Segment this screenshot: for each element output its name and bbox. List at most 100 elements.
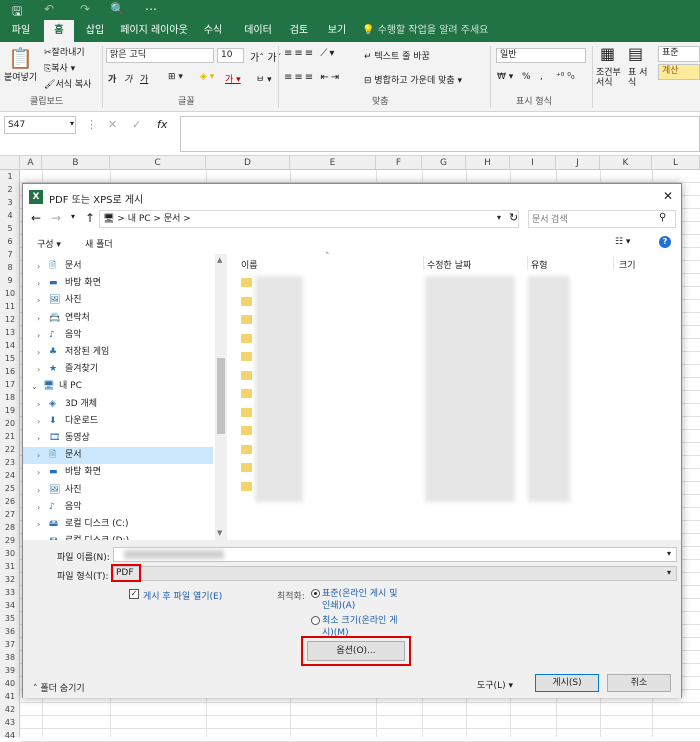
row-header[interactable]: 10 <box>0 287 20 300</box>
chevron-right-icon[interactable]: › <box>37 430 40 447</box>
tab-file[interactable]: 파일 <box>4 20 38 42</box>
nav-item[interactable]: › 🖼 사진 <box>23 482 213 499</box>
row-header[interactable]: 8 <box>0 261 20 274</box>
fill-color-icon[interactable]: ◈ ▾ <box>200 72 214 82</box>
scroll-up-icon[interactable]: ▲ <box>217 256 222 264</box>
merge-center-button[interactable]: ⊟ 병합하고 가운데 맞춤 ▾ <box>364 73 462 86</box>
row-header[interactable]: 23 <box>0 456 20 469</box>
nav-item[interactable]: › 🎞 동영상 <box>23 430 213 447</box>
chevron-down-icon[interactable]: ⌄ <box>31 378 38 395</box>
hide-folders-button[interactable]: ˄ 폴더 숨기기 <box>33 681 85 694</box>
undo-icon[interactable]: ↶ <box>44 2 54 16</box>
chevron-right-icon[interactable]: › <box>37 292 40 309</box>
row-header[interactable]: 9 <box>0 274 20 287</box>
customize-qat-icon[interactable]: ⋯ <box>145 2 157 16</box>
chevron-right-icon[interactable]: › <box>37 327 40 344</box>
bold-button[interactable]: 가 <box>108 72 116 85</box>
cut-button[interactable]: ✂잘라내기 <box>44 45 85 58</box>
chevron-right-icon[interactable]: › <box>37 516 40 533</box>
chevron-right-icon[interactable]: › <box>37 344 40 361</box>
style-normal[interactable]: 표준 <box>658 46 700 62</box>
copy-button[interactable]: ⎘복사 ▾ <box>44 61 75 74</box>
tab-review[interactable]: 검토 <box>284 20 314 42</box>
italic-button[interactable]: 가 <box>124 72 132 85</box>
view-options-icon[interactable]: ☷ ▾ <box>615 237 630 247</box>
paste-icon[interactable]: 📋 <box>8 46 33 70</box>
organize-button[interactable]: 구성 ▾ <box>37 237 61 250</box>
column-header[interactable]: J <box>556 156 600 170</box>
row-header[interactable]: 24 <box>0 469 20 482</box>
font-name-select[interactable]: 맑은 고딕 <box>106 48 214 63</box>
nav-item[interactable]: › ⬇ 다운로드 <box>23 413 213 430</box>
row-header[interactable]: 6 <box>0 235 20 248</box>
row-header[interactable]: 19 <box>0 404 20 417</box>
row-header[interactable]: 26 <box>0 495 20 508</box>
row-header[interactable]: 3 <box>0 196 20 209</box>
row-header[interactable]: 34 <box>0 599 20 612</box>
row-header[interactable]: 28 <box>0 521 20 534</box>
row-header[interactable]: 18 <box>0 391 20 404</box>
filename-dropdown-icon[interactable]: ▾ <box>667 549 671 558</box>
breadcrumb-pc[interactable]: 내 PC <box>128 214 151 224</box>
horizontal-align-icons[interactable]: ≡≡≡ ⇤⇥ <box>284 72 341 83</box>
underline-button[interactable]: 가 <box>140 72 148 85</box>
column-header[interactable]: C <box>110 156 206 170</box>
filetype-dropdown-icon[interactable]: ▾ <box>667 568 671 577</box>
tab-view[interactable]: 보기 <box>322 20 352 42</box>
nav-item[interactable]: › 🖴 로컬 디스크 (D:) <box>23 533 213 540</box>
row-header[interactable]: 14 <box>0 339 20 352</box>
chevron-right-icon[interactable]: › <box>37 361 40 378</box>
address-bar[interactable]: 🖥 > 내 PC > 문서 > <box>99 210 519 228</box>
phonetic-icon[interactable]: ㅂ ▾ <box>256 72 272 85</box>
open-after-label[interactable]: 게시 후 파일 열기(E) <box>143 589 222 602</box>
refresh-icon[interactable]: ↻ <box>509 211 518 224</box>
address-dropdown-icon[interactable]: ▾ <box>497 213 501 222</box>
percent-button[interactable]: % <box>522 72 531 82</box>
row-header[interactable]: 4 <box>0 209 20 222</box>
row-header[interactable]: 32 <box>0 573 20 586</box>
name-box[interactable]: S47 <box>4 116 76 134</box>
chevron-right-icon[interactable]: › <box>37 413 40 430</box>
wrap-text-button[interactable]: ↵ 텍스트 줄 바꿈 <box>364 49 430 62</box>
row-header[interactable]: 27 <box>0 508 20 521</box>
publish-button[interactable]: 게시(S) <box>535 674 599 692</box>
nav-item[interactable]: › ♣ 저장된 게임 <box>23 344 213 361</box>
folder-icon[interactable] <box>241 370 252 380</box>
currency-button[interactable]: ₩ ▾ <box>497 72 513 82</box>
vertical-align-icons[interactable]: ≡≡≡ ⟋▾ <box>284 48 336 59</box>
folder-icon[interactable] <box>241 407 252 417</box>
nav-item[interactable]: › 🖴 로컬 디스크 (C:) <box>23 516 213 533</box>
nav-item[interactable]: › 🗎 문서 <box>23 258 213 275</box>
folder-icon[interactable] <box>241 426 252 435</box>
row-header[interactable]: 1 <box>0 170 20 183</box>
column-type-header[interactable]: 유형 <box>531 258 548 271</box>
row-header[interactable]: 25 <box>0 482 20 495</box>
filetype-select[interactable] <box>113 566 677 581</box>
border-icon[interactable]: ⊞ ▾ <box>168 72 183 82</box>
column-size-header[interactable]: 크기 <box>619 258 636 271</box>
tools-button[interactable]: 도구(L) ▾ <box>477 678 513 691</box>
row-header[interactable]: 44 <box>0 729 20 742</box>
row-header[interactable]: 5 <box>0 222 20 235</box>
grow-font-icon[interactable]: 가ˆ 가ˇ <box>250 49 282 64</box>
nav-item[interactable]: › ♪ 음악 <box>23 499 213 516</box>
breadcrumb-documents[interactable]: 문서 <box>164 214 181 224</box>
scroll-down-icon[interactable]: ▼ <box>217 529 222 537</box>
column-header[interactable]: H <box>466 156 510 170</box>
cancel-button[interactable]: 취소 <box>607 674 671 692</box>
opt-minimum-radio[interactable] <box>311 616 320 625</box>
comma-button[interactable]: , <box>540 72 543 82</box>
chevron-right-icon[interactable]: › <box>37 499 40 516</box>
name-box-dropdown-icon[interactable]: ▾ <box>70 119 74 128</box>
tab-formulas[interactable]: 수식 <box>196 20 230 42</box>
opt-standard-label[interactable]: 표준(온라인 게시 및 인쇄)(A) <box>322 588 404 612</box>
filename-input[interactable] <box>113 547 677 562</box>
tab-insert[interactable]: 삽입 <box>78 20 112 42</box>
decimal-icons[interactable]: ⁺⁰ ⁰₀ <box>556 72 574 82</box>
row-header[interactable]: 7 <box>0 248 20 261</box>
new-folder-button[interactable]: 새 폴더 <box>85 237 113 250</box>
tab-home[interactable]: 홈 <box>44 20 74 42</box>
chevron-right-icon[interactable]: › <box>37 482 40 499</box>
chevron-right-icon[interactable]: › <box>37 275 40 292</box>
font-color-icon[interactable]: 가 ▾ <box>225 72 241 85</box>
